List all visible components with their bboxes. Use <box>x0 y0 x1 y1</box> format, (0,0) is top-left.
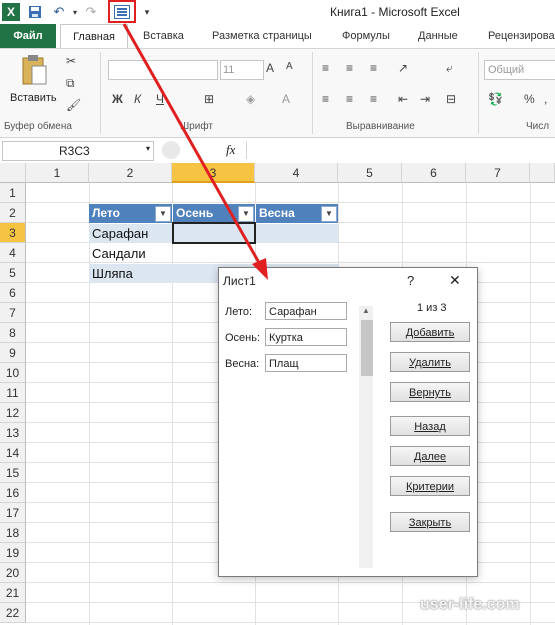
annotation-arrow <box>122 23 268 280</box>
watermark: user-life.com <box>420 596 520 613</box>
